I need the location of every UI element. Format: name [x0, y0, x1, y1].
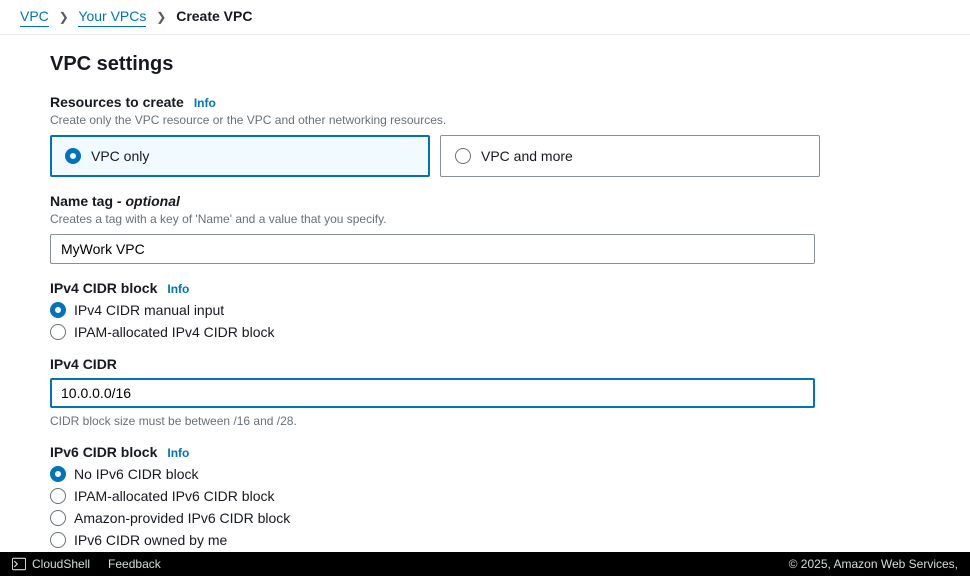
radio-ipv6-owned-label: IPv6 CIDR owned by me	[74, 532, 227, 548]
radio-ipv6-amazon[interactable]: Amazon-provided IPv6 CIDR block	[50, 510, 920, 526]
radio-icon	[455, 148, 471, 164]
ipv4-block-info-link[interactable]: Info	[167, 282, 189, 296]
footer-copyright: © 2025, Amazon Web Services,	[789, 557, 958, 571]
radio-ipv6-none-label: No IPv6 CIDR block	[74, 466, 198, 482]
name-tag-optional: - optional	[113, 193, 180, 209]
radio-icon	[50, 324, 66, 340]
ipv4-cidr-block-section: IPv4 CIDR block Info IPv4 CIDR manual in…	[50, 280, 920, 340]
chevron-right-icon: ❯	[59, 10, 69, 24]
radio-ipv4-ipam-label: IPAM-allocated IPv4 CIDR block	[74, 324, 274, 340]
breadcrumb-your-vpcs[interactable]: Your VPCs	[78, 8, 146, 27]
ipv4-cidr-help: CIDR block size must be between /16 and …	[50, 414, 920, 428]
name-tag-label: Name tag - optional	[50, 193, 180, 209]
name-tag-desc: Creates a tag with a key of 'Name' and a…	[50, 212, 920, 226]
cloudshell-label: CloudShell	[32, 557, 90, 571]
name-tag-section: Name tag - optional Creates a tag with a…	[50, 193, 920, 264]
resources-info-link[interactable]: Info	[194, 96, 216, 110]
radio-ipv6-none[interactable]: No IPv6 CIDR block	[50, 466, 920, 482]
tile-vpc-only-label: VPC only	[91, 148, 149, 164]
radio-ipv4-manual-label: IPv4 CIDR manual input	[74, 302, 224, 318]
resources-desc: Create only the VPC resource or the VPC …	[50, 113, 920, 127]
chevron-right-icon: ❯	[156, 10, 166, 24]
terminal-icon	[12, 557, 26, 571]
radio-icon	[50, 302, 66, 318]
resources-to-create-section: Resources to create Info Create only the…	[50, 94, 920, 177]
cloudshell-button[interactable]: CloudShell	[12, 557, 90, 571]
radio-ipv6-ipam-label: IPAM-allocated IPv6 CIDR block	[74, 488, 274, 504]
radio-icon	[50, 532, 66, 548]
tile-vpc-only[interactable]: VPC only	[50, 135, 430, 177]
radio-ipv4-ipam[interactable]: IPAM-allocated IPv4 CIDR block	[50, 324, 920, 340]
breadcrumb-current: Create VPC	[176, 8, 252, 24]
radio-ipv6-owned[interactable]: IPv6 CIDR owned by me	[50, 532, 920, 548]
ipv6-cidr-block-section: IPv6 CIDR block Info No IPv6 CIDR block …	[50, 444, 920, 548]
breadcrumb: VPC ❯ Your VPCs ❯ Create VPC	[0, 0, 970, 35]
ipv6-block-info-link[interactable]: Info	[167, 446, 189, 460]
tile-vpc-and-more[interactable]: VPC and more	[440, 135, 820, 177]
ipv4-cidr-label: IPv4 CIDR	[50, 356, 117, 372]
footer-bar: CloudShell Feedback © 2025, Amazon Web S…	[0, 552, 970, 576]
radio-ipv4-manual[interactable]: IPv4 CIDR manual input	[50, 302, 920, 318]
radio-icon	[50, 466, 66, 482]
radio-ipv6-ipam[interactable]: IPAM-allocated IPv6 CIDR block	[50, 488, 920, 504]
radio-icon	[65, 148, 81, 164]
ipv4-cidr-input[interactable]	[50, 378, 815, 408]
radio-ipv6-amazon-label: Amazon-provided IPv6 CIDR block	[74, 510, 290, 526]
name-tag-label-text: Name tag	[50, 193, 113, 209]
radio-icon	[50, 510, 66, 526]
name-tag-input[interactable]	[50, 234, 815, 264]
ipv6-block-label: IPv6 CIDR block	[50, 444, 157, 460]
resources-label: Resources to create	[50, 94, 184, 110]
feedback-link[interactable]: Feedback	[108, 557, 161, 571]
ipv4-block-label: IPv4 CIDR block	[50, 280, 157, 296]
tile-vpc-and-more-label: VPC and more	[481, 148, 573, 164]
ipv4-cidr-section: IPv4 CIDR CIDR block size must be betwee…	[50, 356, 920, 428]
breadcrumb-vpc[interactable]: VPC	[20, 8, 49, 27]
radio-icon	[50, 488, 66, 504]
page-title: VPC settings	[50, 53, 920, 76]
